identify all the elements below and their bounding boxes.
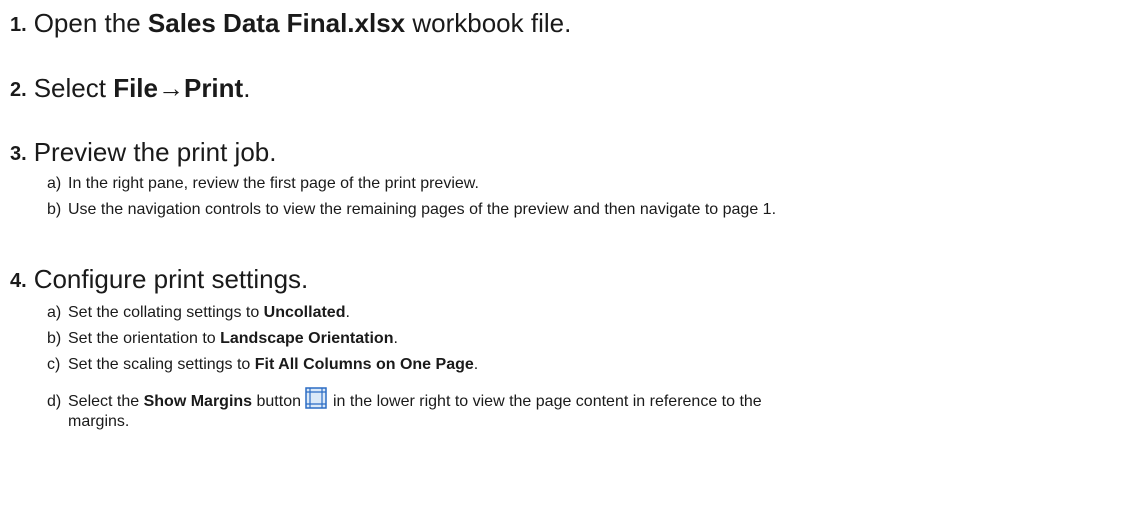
substep-text: in the lower right to view the page cont… xyxy=(333,393,762,410)
step-number: 1. xyxy=(10,14,27,36)
step-text: workbook file. xyxy=(405,8,572,38)
substep-text-continued: margins. xyxy=(68,413,130,430)
show-margins-icon xyxy=(305,387,327,409)
substep-text: . xyxy=(345,304,350,321)
step-text: . xyxy=(243,73,251,103)
step-1: 1. Open the Sales Data Final.xlsx workboo… xyxy=(10,8,571,41)
substep-text: Set the scaling settings to xyxy=(68,356,255,373)
file-name: Sales Data Final.xlsx xyxy=(147,8,406,38)
substep-text: Use the navigation controls to view the … xyxy=(68,201,777,218)
substep-text: Select the xyxy=(68,393,144,410)
step-text: Preview the print job. xyxy=(33,137,277,167)
substep-letter: b) xyxy=(47,201,62,218)
step-text: Open the xyxy=(33,8,148,38)
substep-3b: b) Use the navigation controls to view th… xyxy=(47,200,776,220)
substep-letter: c) xyxy=(47,356,61,373)
menu-path: File→Print xyxy=(113,73,244,103)
step-2: 2. Select File→Print. xyxy=(10,73,250,106)
step-number: 3. xyxy=(10,143,27,165)
setting-value: Fit All Columns on One Page xyxy=(254,356,474,373)
setting-value: Uncollated xyxy=(263,304,346,321)
substep-4c: c) Set the scaling settings to Fit All Co… xyxy=(47,355,478,375)
substep-letter: d) xyxy=(47,393,62,410)
substep-4b: b) Set the orientation to Landscape Orien… xyxy=(47,329,398,349)
step-text: Select xyxy=(33,73,114,103)
step-4: 4. Configure print settings. xyxy=(10,264,308,297)
substep-text: Set the collating settings to xyxy=(68,304,264,321)
substep-letter: a) xyxy=(47,304,62,321)
substep-letter: a) xyxy=(47,175,62,192)
step-text: Configure print settings. xyxy=(33,264,309,294)
substep-letter: b) xyxy=(47,330,62,347)
button-name: Show Margins xyxy=(143,393,253,410)
substep-text: . xyxy=(473,356,479,373)
step-number: 4. xyxy=(10,270,27,292)
step-3: 3. Preview the print job. xyxy=(10,137,276,170)
substep-text: Set the orientation to xyxy=(68,330,221,347)
substep-3a: a) In the right pane, review the first pa… xyxy=(47,174,479,194)
substep-4a: a) Set the collating settings to Uncollat… xyxy=(47,303,350,323)
setting-value: Landscape Orientation xyxy=(220,330,394,347)
substep-text: . xyxy=(393,330,398,347)
step-number: 2. xyxy=(10,79,27,101)
substep-4d: d) Select the Show Margins button in the … xyxy=(47,387,1137,432)
substep-text: button xyxy=(252,393,302,410)
substep-text: In the right pane, review the first page… xyxy=(68,175,479,192)
